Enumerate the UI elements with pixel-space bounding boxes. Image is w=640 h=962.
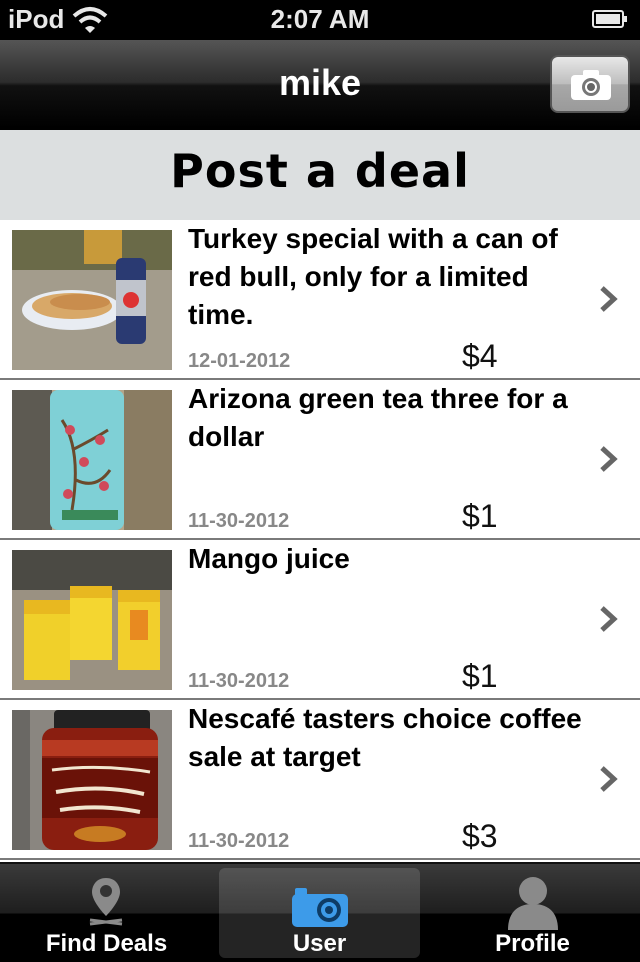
navigation-bar: mike <box>0 40 640 130</box>
deal-title: Turkey special with a can of red bull, o… <box>188 223 558 330</box>
deal-thumbnail <box>12 550 172 690</box>
chevron-right-icon <box>600 446 618 472</box>
chevron-right-icon <box>600 606 618 632</box>
deal-thumbnail <box>12 390 172 530</box>
chevron-right-icon <box>600 286 618 312</box>
deal-price: $4 <box>462 338 498 374</box>
tab-label: User <box>292 930 347 957</box>
tab-label: Find Deals <box>45 930 168 957</box>
deal-thumbnail <box>12 710 172 850</box>
deal-price: $3 <box>462 818 498 854</box>
person-icon <box>508 877 558 930</box>
deal-date: 12-01-2012 <box>188 350 291 372</box>
camera-icon <box>292 888 348 927</box>
deal-price: $1 <box>462 498 498 534</box>
status-bar: iPod 2:07 AM <box>0 0 640 40</box>
deal-row[interactable]: Arizona green tea three for a dollar 11-… <box>0 380 640 540</box>
tab-find-deals[interactable]: Find Deals <box>0 864 213 962</box>
tab-user[interactable]: User <box>213 864 426 962</box>
battery-icon <box>592 10 627 28</box>
deal-row[interactable]: Turkey special with a can of red bull, o… <box>0 220 640 380</box>
chevron-right-icon <box>600 766 618 792</box>
camera-button[interactable] <box>550 55 630 113</box>
camera-icon <box>571 70 611 100</box>
deal-date: 11-30-2012 <box>188 670 290 692</box>
deal-price: $1 <box>462 658 498 694</box>
deal-date: 11-30-2012 <box>188 830 290 852</box>
deal-list: Turkey special with a can of red bull, o… <box>0 220 640 860</box>
deal-title: Arizona green tea three for a dollar <box>188 383 568 452</box>
deal-title: Mango juice <box>188 543 350 574</box>
deal-title: Nescafé tasters choice coffee sale at ta… <box>188 703 582 772</box>
tab-bar: Find Deals User Profile <box>0 862 640 962</box>
nav-title: mike <box>278 62 362 103</box>
map-pin-icon <box>89 878 123 926</box>
deal-date: 11-30-2012 <box>188 510 290 532</box>
deal-row[interactable]: Nescafé tasters choice coffee sale at ta… <box>0 700 640 860</box>
tab-label: Profile <box>495 930 570 957</box>
status-time: 2:07 AM <box>270 4 370 34</box>
tab-profile[interactable]: Profile <box>426 864 639 962</box>
post-deal-label: Post a deal <box>170 144 470 198</box>
post-deal-button[interactable]: Post a deal <box>0 130 640 220</box>
deal-thumbnail <box>12 230 172 370</box>
deal-row[interactable]: Mango juice 11-30-2012 $1 <box>0 540 640 700</box>
